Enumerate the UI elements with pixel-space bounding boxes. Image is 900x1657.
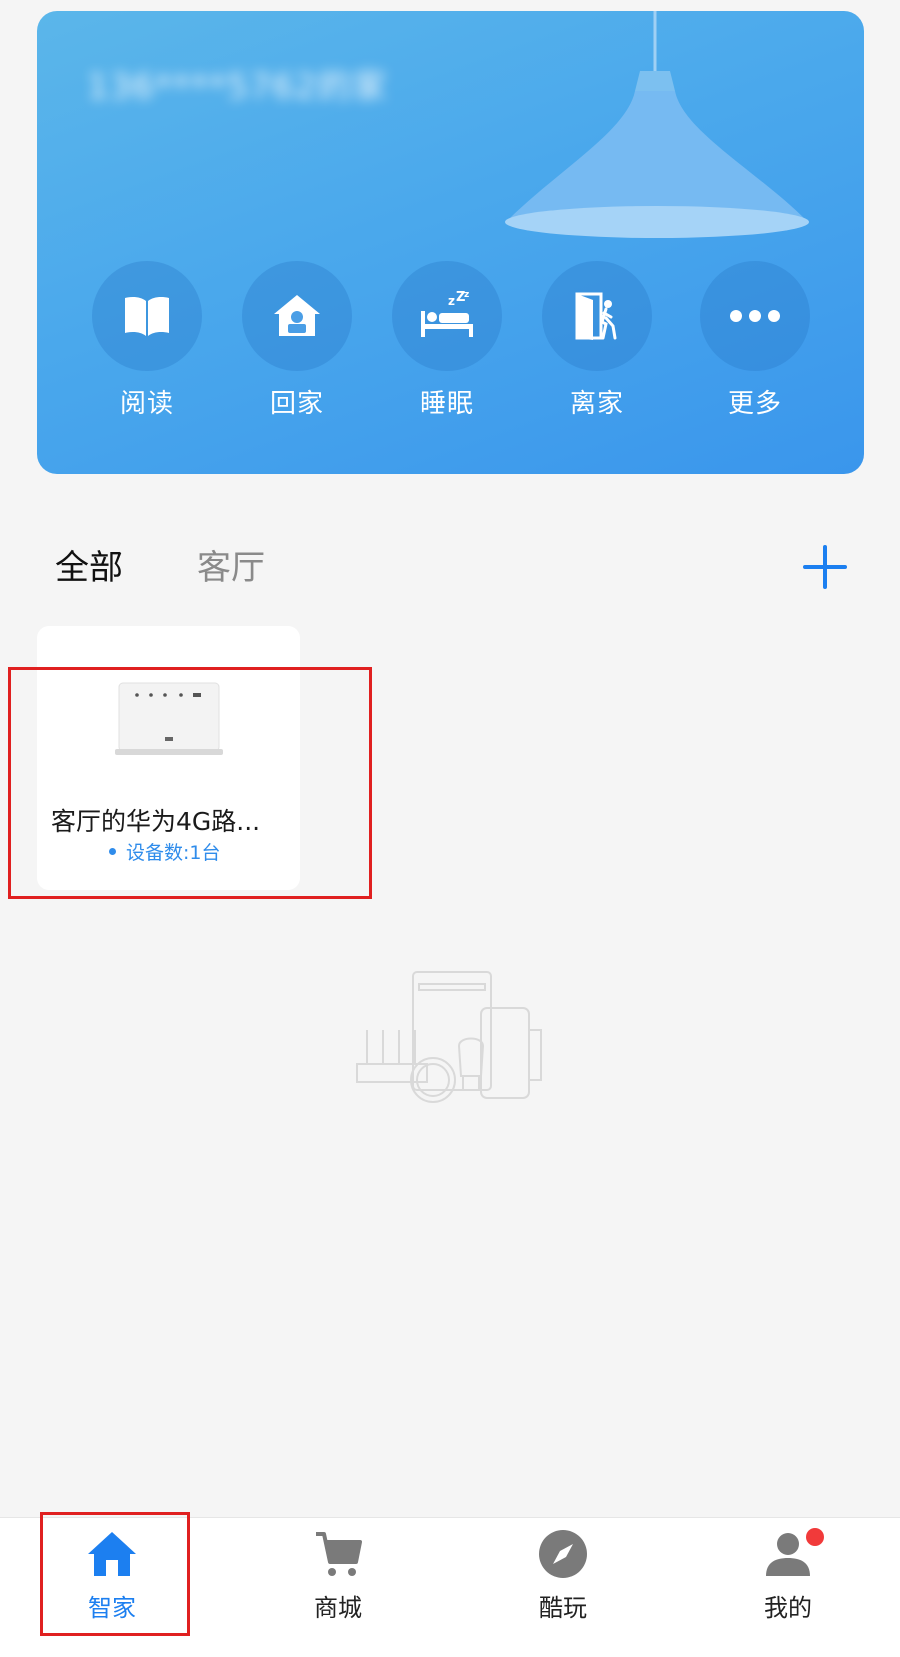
devices-illustration [356, 971, 542, 1103]
scene-label: 阅读 [119, 389, 174, 419]
home-lock-icon [242, 261, 352, 371]
nav-label: 商城 [314, 1594, 362, 1622]
scene-sleep[interactable]: z Z z 睡眠 [387, 261, 507, 431]
svg-text:z: z [464, 291, 469, 300]
room-tabs: 全部 客厅 [55, 540, 855, 600]
scene-label: 更多 [727, 389, 782, 419]
home-name[interactable]: 136****5762的家 [87, 59, 407, 107]
scene-more[interactable]: 更多 [695, 261, 815, 431]
tab-living-room[interactable]: 客厅 [197, 540, 265, 589]
compass-icon [539, 1530, 587, 1578]
scene-label: 回家 [269, 389, 324, 419]
book-icon [92, 261, 202, 371]
nav-item-mine[interactable]: 我的 [718, 1526, 858, 1636]
scene-banner: 136****5762的家 阅读 回家 z Z z 睡眠 离家 更多 [37, 11, 864, 474]
scene-label: 睡眠 [419, 389, 474, 419]
highlight-box [40, 1512, 190, 1636]
sleep-bed-icon: z Z z [392, 261, 502, 371]
nav-item-mall[interactable]: 商城 [268, 1526, 408, 1636]
lamp-illustration [505, 11, 809, 238]
cart-icon [316, 1532, 362, 1576]
more-dots-icon [700, 261, 810, 371]
notification-badge [806, 1528, 824, 1546]
nav-label: 我的 [764, 1594, 812, 1622]
svg-text:z: z [448, 294, 455, 308]
scene-home[interactable]: 回家 [237, 261, 357, 431]
nav-label: 酷玩 [539, 1594, 587, 1622]
scene-label: 离家 [569, 389, 624, 419]
plus-icon[interactable] [802, 544, 848, 590]
nav-item-explore[interactable]: 酷玩 [493, 1526, 633, 1636]
scene-read[interactable]: 阅读 [87, 261, 207, 431]
highlight-box [8, 667, 372, 899]
leave-door-icon [542, 261, 652, 371]
tab-all[interactable]: 全部 [55, 540, 123, 589]
scene-leave[interactable]: 离家 [537, 261, 657, 431]
scene-row: 阅读 回家 z Z z 睡眠 离家 更多 [37, 261, 864, 441]
